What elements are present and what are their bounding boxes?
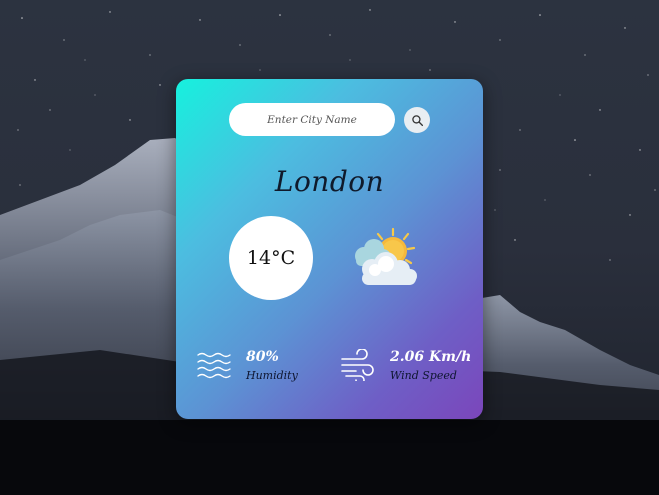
search-button[interactable] bbox=[404, 107, 430, 133]
city-name: London bbox=[274, 165, 385, 198]
wind-stat: 2.06 Km/h Wind Speed bbox=[340, 347, 480, 387]
sun-behind-cloud-icon bbox=[355, 227, 417, 285]
wind-speed-value: 2.06 Km/h bbox=[390, 349, 472, 365]
humidity-value: 80% bbox=[246, 349, 279, 365]
temperature-circle: 14°C bbox=[229, 216, 313, 300]
search-icon bbox=[411, 114, 423, 126]
wind-icon bbox=[341, 349, 374, 381]
temperature-value: 14°C bbox=[246, 247, 296, 269]
wind-speed-label: Wind Speed bbox=[390, 369, 457, 382]
humidity-stat: 80% Humidity bbox=[196, 347, 316, 387]
city-search-input[interactable] bbox=[229, 103, 395, 136]
weather-card: London 14°C bbox=[176, 79, 483, 419]
search-bar bbox=[229, 103, 449, 137]
water-waves-icon bbox=[197, 352, 231, 379]
humidity-label: Humidity bbox=[246, 369, 298, 382]
